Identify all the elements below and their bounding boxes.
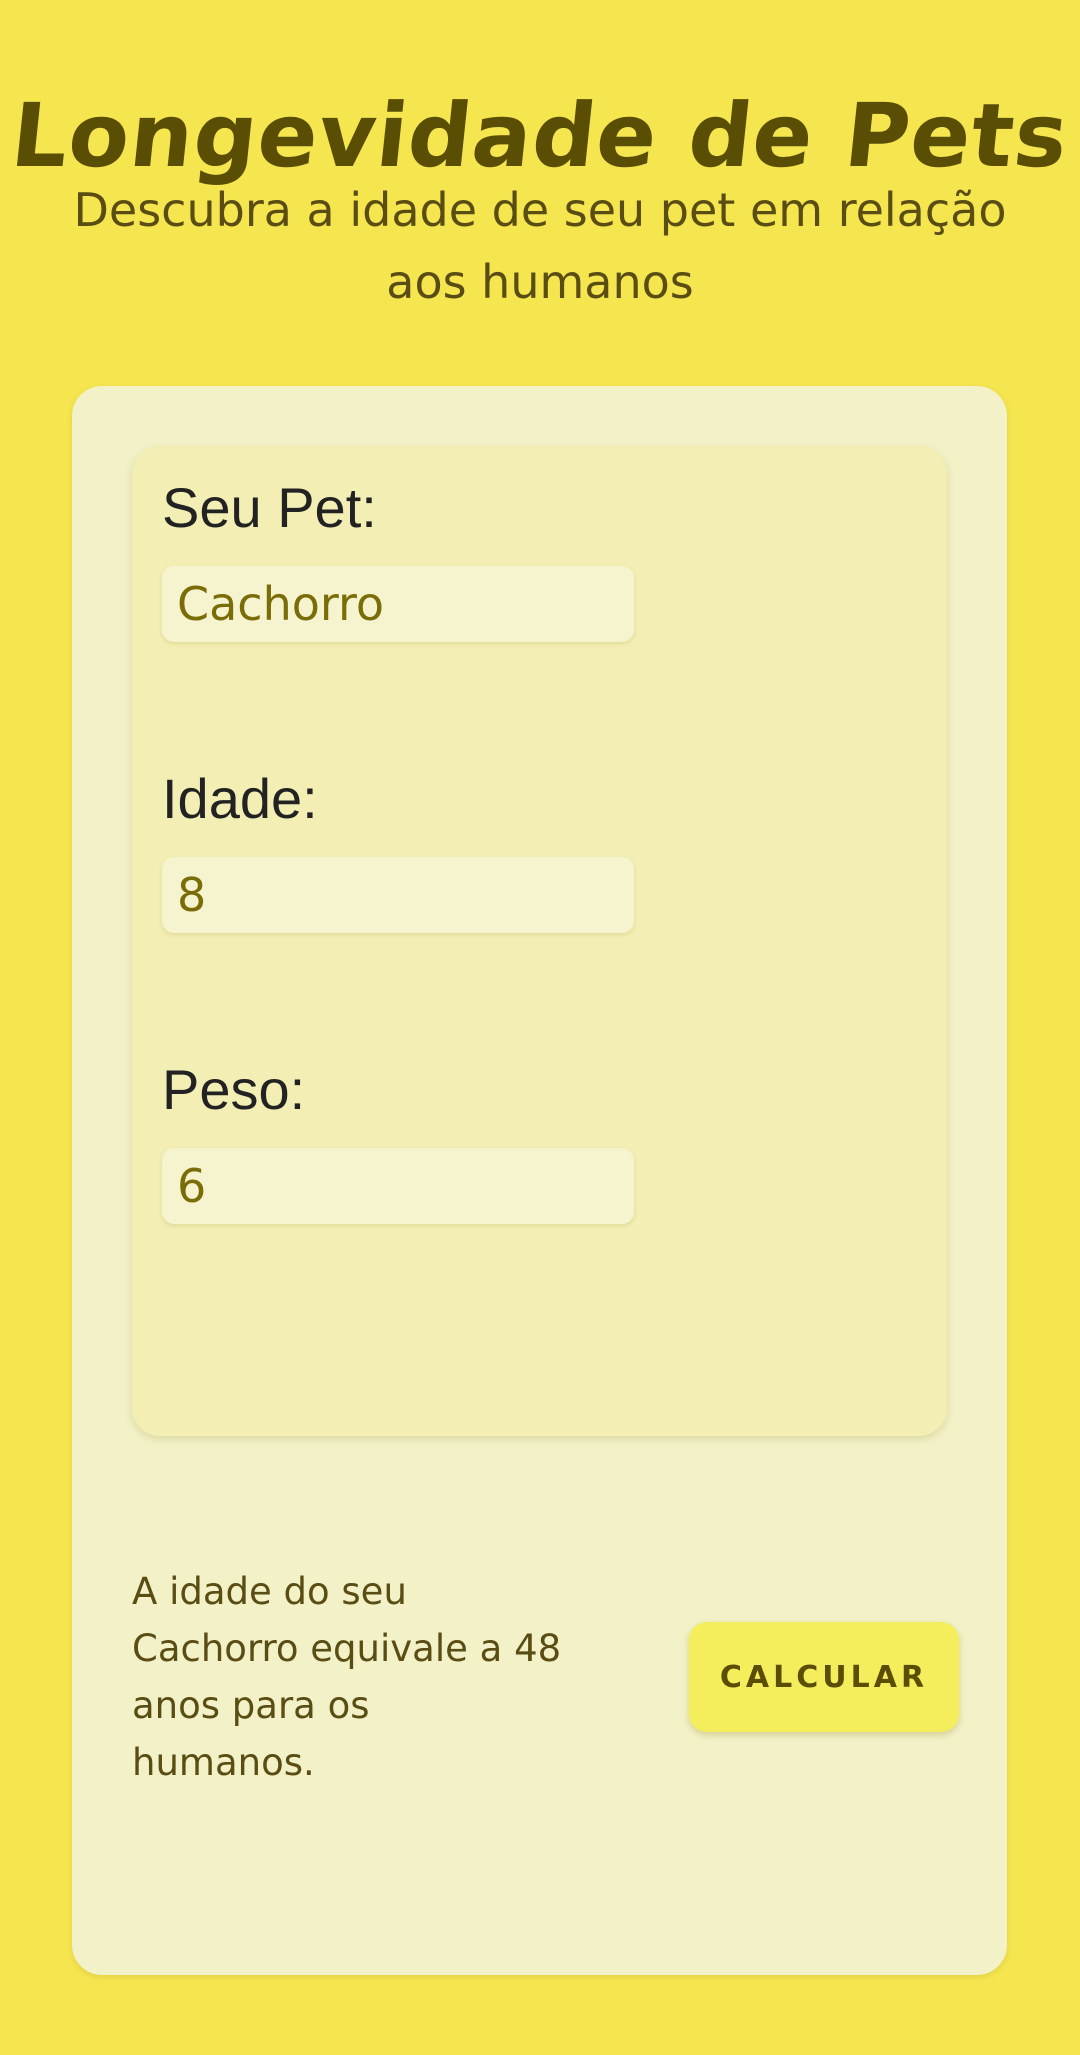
- age-label: Idade:: [162, 767, 318, 830]
- pet-form-panel: Seu Pet: Idade: Peso:: [132, 446, 947, 1436]
- page-subtitle: Descubra a idade de seu pet em relação a…: [73, 183, 1007, 309]
- result-text: A idade do seu Cachorro equivale a 48 an…: [132, 1570, 562, 1784]
- weight-label: Peso:: [162, 1058, 306, 1121]
- pet-label: Seu Pet:: [162, 476, 377, 539]
- pet-input[interactable]: [162, 566, 634, 642]
- weight-input[interactable]: [162, 1148, 634, 1224]
- age-input[interactable]: [162, 857, 634, 933]
- calculator-card: Seu Pet: Idade: Peso: A idade do seu Cac…: [72, 386, 1007, 1975]
- calculate-button[interactable]: CALCULAR: [689, 1622, 959, 1732]
